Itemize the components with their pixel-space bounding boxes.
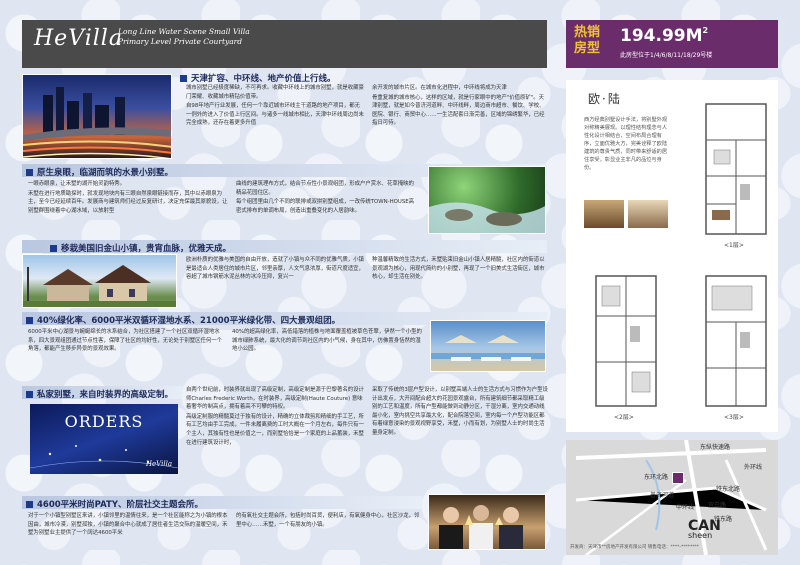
orders-banner: ORDERS HeVilla bbox=[30, 404, 178, 474]
floor-plan-3 bbox=[705, 275, 767, 407]
sales-buildings-note: 此房型位于1/4/6/8/11/18/29号楼 bbox=[620, 52, 713, 59]
floor-label-3: <3层> bbox=[724, 414, 744, 421]
town-text-col2: 种温馨精致的生活方式，禾墅贴束旧金山小镇人居精髓，社区内的街道以景观湖为核心，用… bbox=[372, 257, 545, 281]
location-map: 东纵快速路 东环北路 铁东北路 外环线 中环线 铁东路 宜白路 普济河道 CAN… bbox=[566, 440, 778, 555]
beach-photo bbox=[430, 320, 546, 372]
green-text-col1: 6000平米中心湖景与蜿蜒绵长的水系结合，为社区搭建了一个社区双循环湿地水系，四… bbox=[28, 329, 223, 353]
orders-title: ORDERS bbox=[64, 412, 144, 431]
custom-text-col1: 自两个世纪前，时装界就出现了高级定制，高级定制是源于巴黎著名的设计师Charle… bbox=[186, 387, 364, 446]
spring-text-col2: 曲线的建筑理布方式，结合节点性小景观组团，形成户户赏水、花草掩映的精品花园住区。… bbox=[236, 181, 415, 214]
map-road-label-3: 铁东北路 bbox=[716, 486, 741, 493]
bullet-square-icon bbox=[180, 74, 187, 82]
map-road-label-8: 普济河道 bbox=[650, 492, 675, 499]
section-title-club: 4600平米时尚PATY、阶层社交主题会所。 bbox=[26, 498, 203, 510]
stream-photo bbox=[428, 166, 546, 234]
bullet-square-icon bbox=[50, 244, 57, 252]
map-road-label-5: 中环线 bbox=[676, 504, 695, 511]
bullet-square-icon bbox=[26, 316, 33, 324]
section-title-green: 40%绿化率、6000平米双循环湿地水系、21000平米绿化带、四大景观组团。 bbox=[26, 314, 340, 326]
section-title-town: 移栽美国旧金山小镇，贵宵血脉，优雅天成。 bbox=[50, 242, 231, 254]
sales-label: 热销房型 bbox=[574, 25, 601, 56]
brand-tagline: Long Line Water Scene Small Villa Primar… bbox=[118, 27, 250, 46]
can-logo: CAN sheen bbox=[688, 518, 721, 540]
ring-road-text-col2: 余开发的城市片区。在城市化进程中，中环线将成为天津 骨重复城的城市核心，这样的区… bbox=[372, 85, 545, 127]
brand-name: HeVilla bbox=[34, 26, 123, 51]
floor-plan-2 bbox=[595, 275, 657, 407]
section-title-spring: 原生泉眼，临湖而筑的水景小别墅。 bbox=[26, 166, 173, 178]
floor-label-2: <2层> bbox=[614, 414, 634, 421]
section-title-ring-road: 天津扩容、中环线、地产价值上行线。 bbox=[180, 72, 336, 84]
project-marker-icon bbox=[672, 472, 684, 484]
custom-text-col2: 采取了传统的3层户型设计，以别墅高端人士的生活方式与习惯作为户型设计出发点，大开… bbox=[372, 387, 548, 436]
bullet-square-icon bbox=[26, 168, 33, 176]
city-night-photo bbox=[22, 74, 172, 159]
sales-area: 194.99M2 bbox=[620, 26, 709, 46]
floor-plan-1 bbox=[705, 103, 767, 235]
bullet-square-icon bbox=[26, 390, 33, 398]
map-road-label-2: 东环北路 bbox=[644, 474, 669, 481]
spring-text-col1: 一眼赤眼泉，让禾墅的湖开始灵韵特秀。 禾墅在进行地质勘探时，就发现地块内有三眼自… bbox=[28, 181, 228, 214]
club-text-col1: 对于一个小镇型别墅区来讲，小镇邻里的温情往来，是一个社区能称之为小镇的根本因由，… bbox=[28, 513, 228, 537]
style-description: 西方经典别墅设计手法，将别墅外观对称精美展现。以理性结构理念与人性化设计相结合，… bbox=[584, 117, 668, 171]
floor-label-1: <1层> bbox=[724, 242, 744, 249]
section-title-custom: 私家别墅，来自时装界的高级定制。 bbox=[26, 388, 173, 400]
ring-road-text-col1: 城市别墅已经极度稀缺，不可再求。收藏中环线上的城市别墅，就是收藏豪门荣耀、收藏城… bbox=[186, 85, 364, 127]
villa-photo bbox=[22, 254, 177, 308]
interior-photo bbox=[584, 200, 624, 228]
town-text-col1: 欧洲朴质的优雅与美国的自由开放，造就了小镇与众不同的优雅气质，小镇是最适合人类居… bbox=[186, 257, 364, 281]
dining-photo bbox=[628, 200, 668, 228]
party-photo bbox=[428, 494, 546, 550]
bullet-square-icon bbox=[26, 500, 33, 508]
sparkle-decoration bbox=[30, 445, 178, 469]
style-name: 欧·陆 bbox=[588, 92, 622, 106]
club-text-col2: 的有氧社交主题会所，包括时尚百货，便利店，有氧健身中心，社区沙龙，邻里中心……禾… bbox=[236, 513, 420, 528]
map-road-label-7: 宜白路 bbox=[708, 502, 727, 509]
green-text-col2: 40%的超高绿化率，高低错落的植株与地面覆盖植被草色苍翠，伊然一个小型的城市绿肺… bbox=[232, 329, 422, 353]
map-road-label-1: 东纵快速路 bbox=[700, 444, 731, 451]
developer-note: 开发商：天津市**房地产开发有限公司 销售电话：****-******** bbox=[570, 545, 700, 550]
map-road-label-4: 外环线 bbox=[744, 464, 763, 471]
